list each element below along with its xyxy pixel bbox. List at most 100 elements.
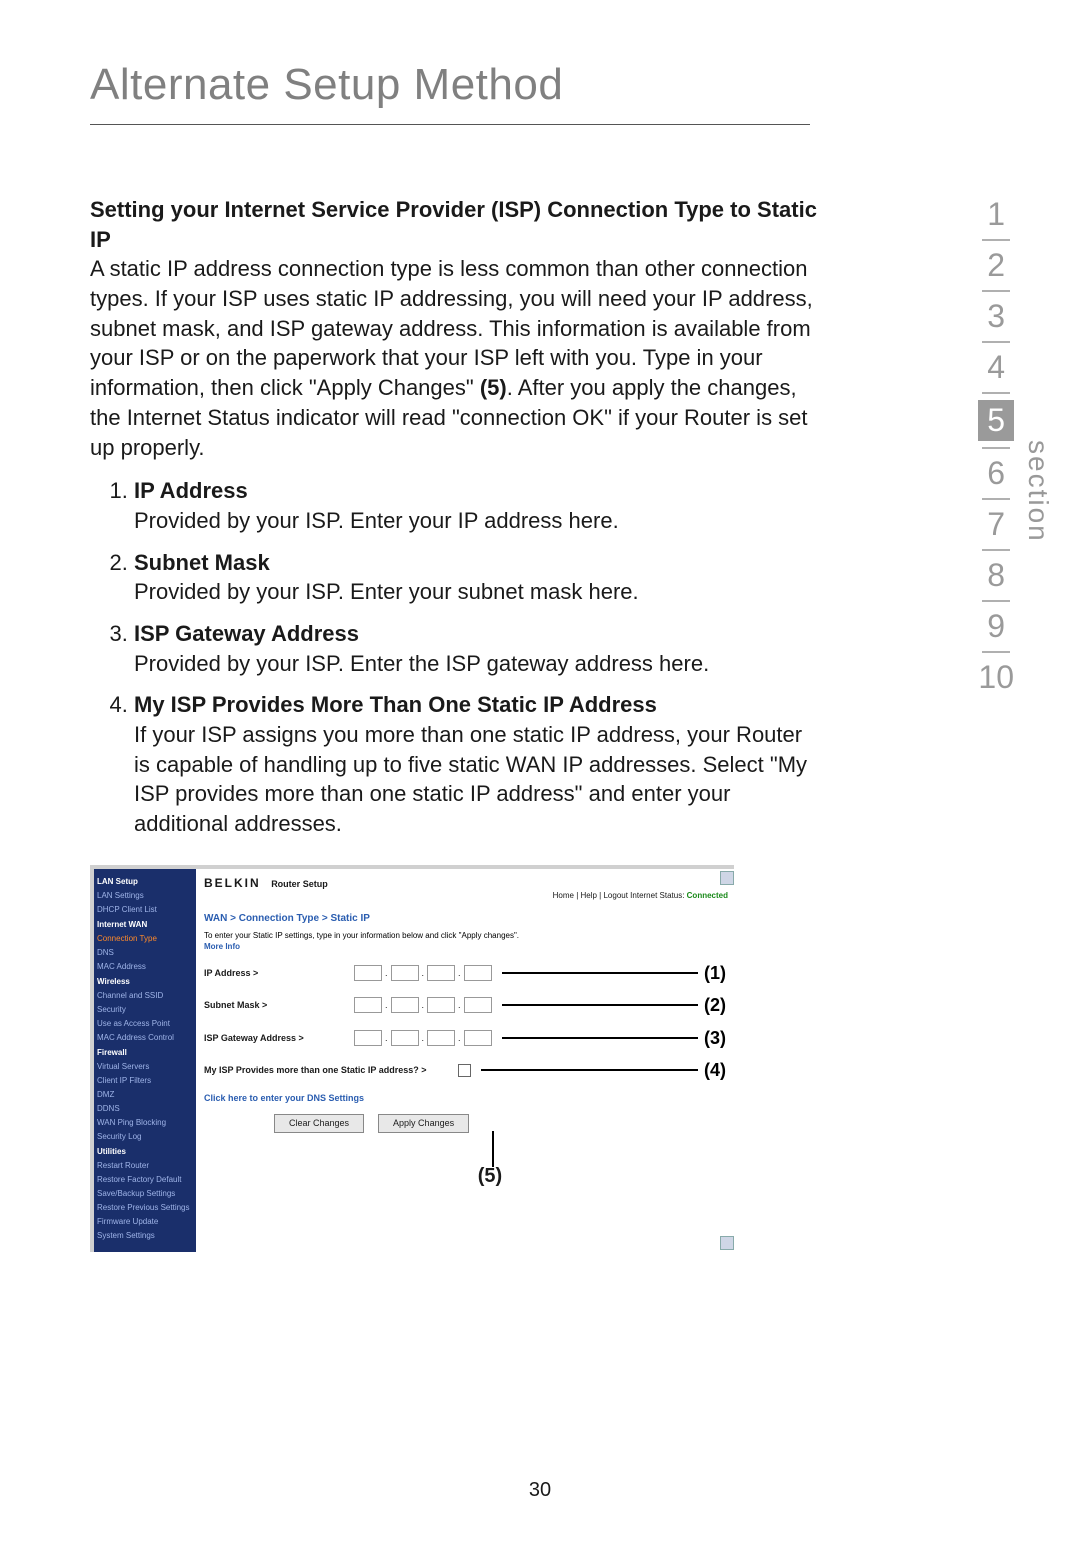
field-desc: Provided by your ISP. Enter your subnet … xyxy=(134,577,820,607)
router-subtitle: Router Setup xyxy=(271,878,328,890)
multi-static-label: My ISP Provides more than one Static IP … xyxy=(204,1064,454,1076)
sidebar-item: LAN Setup xyxy=(97,876,193,888)
top-links[interactable]: Home | Help | Logout Internet Status: Co… xyxy=(553,891,728,902)
sidebar-item[interactable]: System Settings xyxy=(97,1230,193,1242)
page-number: 30 xyxy=(0,1479,1080,1502)
sidebar-item[interactable]: MAC Address xyxy=(97,961,193,973)
intro-body: A static IP address connection type is l… xyxy=(90,254,820,462)
sidebar-item[interactable]: WAN Ping Blocking xyxy=(97,1117,193,1129)
nav-divider xyxy=(982,498,1010,500)
ip-octet-input[interactable] xyxy=(464,965,492,981)
section-nav-item-1[interactable]: 1 xyxy=(978,196,1014,233)
section-nav-item-9[interactable]: 9 xyxy=(978,608,1014,645)
section-nav: 1 2 3 4 5 6 7 8 9 10 xyxy=(978,190,1014,702)
ip-octet-input[interactable] xyxy=(354,997,382,1013)
section-nav-item-6[interactable]: 6 xyxy=(978,455,1014,492)
section-label: section xyxy=(1022,440,1054,543)
ip-row-label: Subnet Mask > xyxy=(204,999,354,1011)
nav-divider xyxy=(982,290,1010,292)
nav-divider xyxy=(982,651,1010,653)
sidebar-item[interactable]: Restore Factory Default xyxy=(97,1174,193,1186)
sidebar-item[interactable]: DMZ xyxy=(97,1089,193,1101)
sidebar-item[interactable]: Virtual Servers xyxy=(97,1061,193,1073)
field-desc: Provided by your ISP. Enter the ISP gate… xyxy=(134,649,820,679)
section-nav-item-2[interactable]: 2 xyxy=(978,247,1014,284)
callout-leader xyxy=(481,1069,698,1071)
ip-octet-input[interactable] xyxy=(427,1030,455,1046)
ip-octet-input[interactable] xyxy=(464,997,492,1013)
top-links-text: Home | Help | Logout Internet Status: xyxy=(553,891,687,900)
ip-row-label: IP Address > xyxy=(204,967,354,979)
field-ip-address: IP Address Provided by your ISP. Enter yo… xyxy=(134,476,820,535)
callout-leader xyxy=(502,972,698,974)
nav-divider xyxy=(982,600,1010,602)
sidebar-item[interactable]: Connection Type xyxy=(97,933,193,945)
section-nav-item-3[interactable]: 3 xyxy=(978,298,1014,335)
callout-leader xyxy=(502,1004,698,1006)
ip-octet-input[interactable] xyxy=(354,965,382,981)
field-list: IP Address Provided by your ISP. Enter yo… xyxy=(90,476,820,839)
sidebar-item[interactable]: LAN Settings xyxy=(97,890,193,902)
callout-leader xyxy=(502,1037,698,1039)
section-nav-item-7[interactable]: 7 xyxy=(978,506,1014,543)
ip-row: Subnet Mask >...(2) xyxy=(204,993,726,1017)
ip-octet-input[interactable] xyxy=(427,965,455,981)
sidebar-item[interactable]: DDNS xyxy=(97,1103,193,1115)
sidebar-item[interactable]: DHCP Client List xyxy=(97,904,193,916)
instruction-text: To enter your Static IP settings, type i… xyxy=(204,931,726,942)
callout-3: (3) xyxy=(704,1026,726,1050)
sidebar-item[interactable]: Firmware Update xyxy=(97,1216,193,1228)
sidebar-item[interactable]: Restart Router xyxy=(97,1160,193,1172)
ip-row: ISP Gateway Address >...(3) xyxy=(204,1026,726,1050)
sidebar-item[interactable]: Channel and SSID xyxy=(97,990,193,1002)
ip-octet-input[interactable] xyxy=(391,965,419,981)
section-nav-item-5[interactable]: 5 xyxy=(978,400,1014,441)
field-heading: IP Address xyxy=(134,478,248,503)
section-nav-item-8[interactable]: 8 xyxy=(978,557,1014,594)
nav-divider xyxy=(982,392,1010,394)
sidebar-item[interactable]: DNS xyxy=(97,947,193,959)
sidebar-item[interactable]: Security Log xyxy=(97,1131,193,1143)
nav-divider xyxy=(982,447,1010,449)
callout-4: (4) xyxy=(704,1058,726,1082)
ip-octet-input[interactable] xyxy=(354,1030,382,1046)
clear-changes-button[interactable]: Clear Changes xyxy=(274,1114,364,1132)
brand-logo: BELKIN xyxy=(204,875,261,891)
callout-5: (5) xyxy=(254,1163,726,1190)
router-main: BELKIN Router Setup Home | Help | Logout… xyxy=(196,869,734,1252)
sidebar-item[interactable]: Security xyxy=(97,1004,193,1016)
ip-octet-input[interactable] xyxy=(391,1030,419,1046)
callout-leader-vertical xyxy=(492,1131,494,1167)
ip-row: IP Address >...(1) xyxy=(204,961,726,985)
apply-changes-button[interactable]: Apply Changes xyxy=(378,1114,469,1132)
dns-settings-link[interactable]: Click here to enter your DNS Settings xyxy=(204,1092,726,1104)
router-sidebar: LAN SetupLAN SettingsDHCP Client ListInt… xyxy=(94,869,196,1252)
nav-divider xyxy=(982,549,1010,551)
page-title: Alternate Setup Method xyxy=(90,60,1080,110)
sidebar-item: Utilities xyxy=(97,1146,193,1158)
ip-octet-input[interactable] xyxy=(464,1030,492,1046)
intro-body-bold: (5) xyxy=(480,375,507,400)
field-multi-static: My ISP Provides More Than One Static IP … xyxy=(134,690,820,838)
field-heading: My ISP Provides More Than One Static IP … xyxy=(134,692,657,717)
row-multi-static: My ISP Provides more than one Static IP … xyxy=(204,1058,726,1082)
field-heading: ISP Gateway Address xyxy=(134,621,359,646)
sidebar-item[interactable]: Client IP Filters xyxy=(97,1075,193,1087)
sidebar-item: Wireless xyxy=(97,976,193,988)
title-rule xyxy=(90,124,810,125)
field-desc: Provided by your ISP. Enter your IP addr… xyxy=(134,506,820,536)
sidebar-item[interactable]: Restore Previous Settings xyxy=(97,1202,193,1214)
section-nav-item-4[interactable]: 4 xyxy=(978,349,1014,386)
sidebar-item[interactable]: Save/Backup Settings xyxy=(97,1188,193,1200)
ip-octet-input[interactable] xyxy=(391,997,419,1013)
more-info-link[interactable]: More Info xyxy=(204,942,726,953)
status-connected: Connected xyxy=(687,891,728,900)
multi-static-checkbox[interactable] xyxy=(458,1064,471,1077)
sidebar-item[interactable]: Use as Access Point xyxy=(97,1018,193,1030)
sidebar-item[interactable]: MAC Address Control xyxy=(97,1032,193,1044)
intro-heading: Setting your Internet Service Provider (… xyxy=(90,195,820,254)
callout-1: (1) xyxy=(704,961,726,985)
section-nav-item-10[interactable]: 10 xyxy=(978,659,1014,696)
ip-octet-input[interactable] xyxy=(427,997,455,1013)
sidebar-item: Firewall xyxy=(97,1047,193,1059)
